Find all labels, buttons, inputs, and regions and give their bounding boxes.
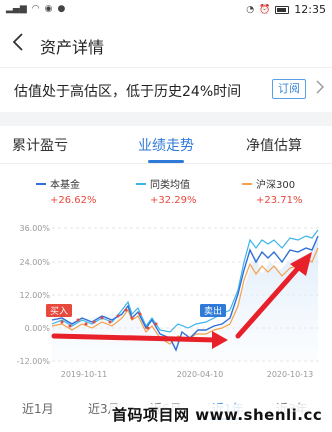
legend-peer: 同类均值 +32.29% [136, 176, 197, 206]
y-axis-ticks: 36.00% 24.00% 12.00% 0.00% -12.00% [17, 224, 51, 366]
svg-text:买入: 买入 [50, 306, 68, 317]
legend-index: 沪深300 +23.71% [242, 176, 303, 206]
status-time: 12:35 [294, 3, 326, 16]
page-title: 资产详情 [40, 38, 105, 57]
chart-legend: 本基金 +26.62% 同类均值 +32.29% 沪深300 +23.71% [0, 176, 332, 212]
status-bar: ▂▄▆ ◠ ◉ ● ◔ ⏰ 12:35 [0, 0, 332, 20]
legend-value: +23.71% [256, 195, 303, 206]
wifi-icon: ◠ [31, 4, 40, 14]
tab-active-indicator [148, 160, 184, 163]
range-1m[interactable]: 近1月 [22, 400, 54, 417]
chevron-left-icon[interactable] [12, 32, 32, 56]
subscribe-button[interactable]: 订阅 [272, 79, 306, 99]
legend-swatch [36, 182, 46, 185]
tab-performance[interactable]: 业绩走势 [138, 135, 194, 155]
valuation-text: 估值处于高估区，低于历史24%时间 [14, 84, 242, 100]
notification-icon: ● [57, 4, 66, 14]
legend-value: +26.62% [50, 195, 97, 206]
x-axis-ticks: 2019-10-11 2020-04-10 2020-10-13 [61, 370, 314, 379]
tab-cumulative-pnl[interactable]: 累计盈亏 [12, 135, 68, 155]
alarm-icon: ⏰ [259, 4, 271, 15]
battery-icon [275, 5, 290, 14]
chevron-right-icon[interactable] [316, 80, 324, 98]
valuation-banner[interactable]: 估值处于高估区，低于历史24%时间 订阅 [0, 68, 332, 112]
legend-value: +32.29% [150, 195, 197, 206]
sell-tag: 卖出 [200, 304, 226, 317]
y-tick-label: 0.00% [25, 324, 51, 333]
y-tick-label: 24.00% [19, 258, 50, 267]
buy-tag: 买入 [46, 304, 72, 317]
legend-label: 同类均值 [150, 180, 190, 191]
x-tick-label: 2019-10-11 [61, 370, 108, 379]
eye-icon: ◉ [44, 4, 53, 14]
tab-bar: 累计盈亏 业绩走势 净值估算 [0, 126, 332, 164]
nav-bar: 资产详情 [0, 20, 332, 68]
legend-label: 沪深300 [256, 180, 296, 191]
performance-chart: 36.00% 24.00% 12.00% 0.00% -12.00% 2019-10-1… [17, 224, 320, 379]
y-tick-label: 12.00% [19, 291, 50, 300]
legend-fund: 本基金 +26.62% [36, 176, 97, 206]
speed-icon: ◔ [246, 4, 255, 15]
tab-nav-estimate[interactable]: 净值估算 [246, 135, 302, 155]
y-tick-label: -12.00% [17, 357, 51, 366]
legend-label: 本基金 [50, 180, 80, 191]
legend-swatch [242, 182, 252, 185]
y-tick-label: 36.00% [19, 224, 50, 233]
x-tick-label: 2020-04-10 [177, 370, 224, 379]
legend-swatch [136, 182, 146, 185]
watermark-text: 首码项目网 www.shenli.cc [110, 404, 325, 425]
signal-icon: ▂▄▆ [6, 4, 27, 14]
svg-text:卖出: 卖出 [204, 305, 222, 317]
x-tick-label: 2020-10-13 [267, 370, 314, 379]
section-divider [0, 112, 332, 126]
